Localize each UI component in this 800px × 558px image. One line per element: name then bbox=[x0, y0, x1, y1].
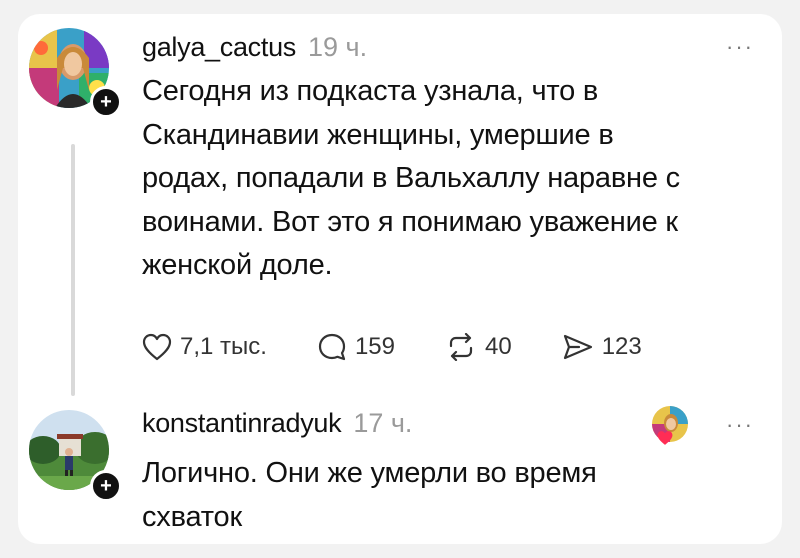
like-button[interactable]: 7,1 тыс. bbox=[142, 333, 267, 361]
heart-icon bbox=[142, 333, 172, 361]
share-count: 123 bbox=[601, 333, 642, 360]
post-header: galya_cactus 19 ч. bbox=[142, 32, 367, 63]
repost-icon bbox=[449, 333, 473, 361]
reply-header: konstantinradyuk 17 ч. bbox=[142, 408, 412, 439]
more-icon[interactable]: ··· bbox=[726, 34, 754, 60]
thread-line bbox=[71, 144, 75, 396]
reply-text-line: схваток bbox=[142, 500, 242, 533]
share-button[interactable]: 123 bbox=[562, 333, 642, 361]
thread-card: + galya_cactus 19 ч. ··· Сегодня из подк… bbox=[18, 14, 782, 544]
post-text-line: женской доле. bbox=[142, 249, 333, 281]
comment-count: 159 bbox=[354, 333, 395, 360]
follow-plus-icon[interactable]: + bbox=[90, 86, 122, 118]
reply-timestamp: 17 ч. bbox=[353, 408, 413, 438]
share-icon bbox=[563, 334, 592, 360]
repost-button[interactable]: 40 bbox=[445, 333, 512, 361]
post-text-line: Сегодня из подкаста узнала, что в bbox=[142, 75, 599, 107]
more-icon[interactable]: ··· bbox=[726, 412, 754, 438]
post-text-line: Скандинавии женщины, умершие в bbox=[142, 118, 614, 151]
post-username[interactable]: galya_cactus bbox=[142, 32, 296, 63]
like-count: 7,1 тыс. bbox=[180, 333, 267, 360]
post-timestamp: 19 ч. bbox=[308, 32, 368, 62]
post-text-line: воинами. Вот это я понимаю уважение к bbox=[142, 205, 678, 238]
reply-username[interactable]: konstantinradyuk bbox=[142, 408, 342, 439]
post-actions: 7,1 тыс. 159 40 123 bbox=[142, 332, 692, 362]
reply-text-line: Логично. Они же умерли во время bbox=[142, 457, 597, 489]
post-body: Сегодня из подкаста узнала, что в Сканди… bbox=[142, 70, 680, 288]
comment-button[interactable]: 159 bbox=[317, 332, 395, 362]
follow-plus-icon[interactable]: + bbox=[90, 470, 122, 502]
repost-count: 40 bbox=[485, 333, 512, 360]
reply-body: Логично. Они же умерли во время схваток bbox=[142, 452, 597, 539]
liked-heart-icon bbox=[657, 431, 673, 445]
comment-icon bbox=[318, 333, 346, 361]
post-text-line: родах, попадали в Вальхаллу наравне с bbox=[142, 162, 680, 194]
